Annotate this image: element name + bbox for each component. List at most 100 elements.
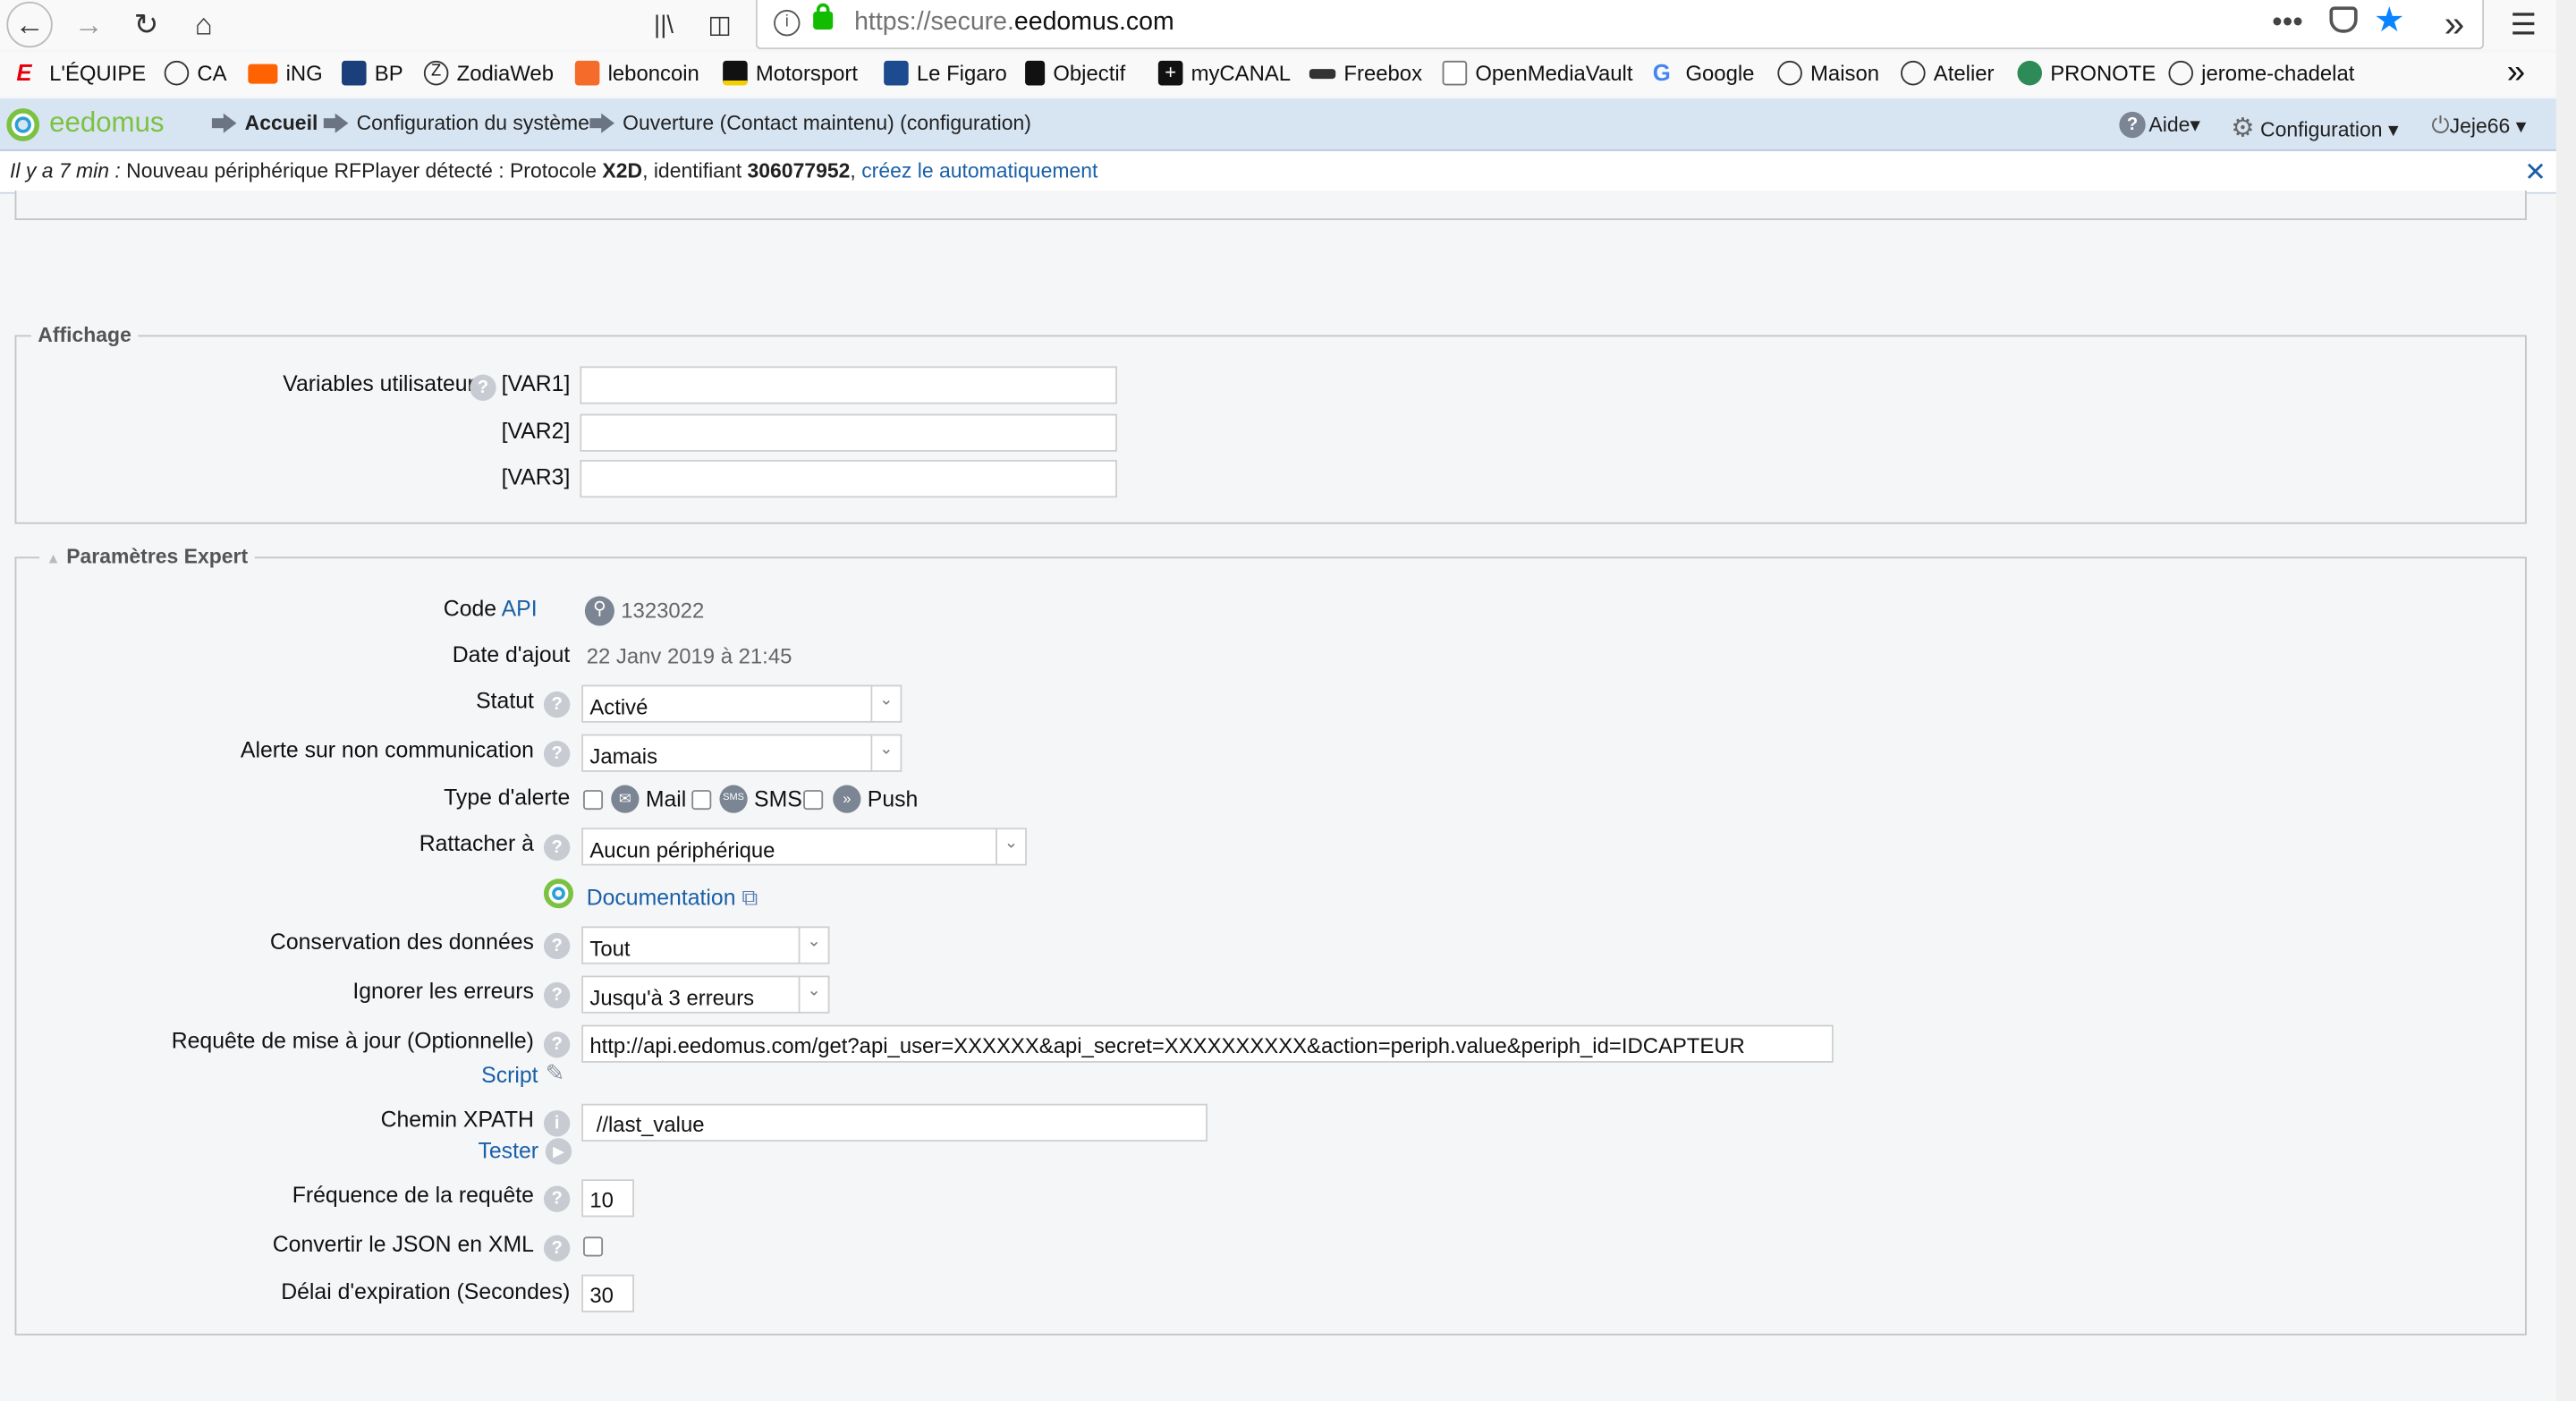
code-label: Code API [443, 596, 538, 621]
help-menu[interactable]: ? Aide▾ [2119, 111, 2200, 140]
help-icon[interactable]: ? [543, 1235, 571, 1261]
pocket-icon[interactable] [2329, 6, 2358, 33]
var3-input[interactable] [580, 460, 1117, 498]
tester-link[interactable]: Tester [478, 1138, 538, 1163]
notification-bar: Il y a 7 min : Nouveau périphérique RFPl… [0, 150, 2556, 194]
bookmark-item[interactable]: iNG [248, 61, 323, 85]
bookmark-item[interactable]: Maison [1777, 60, 1879, 86]
pronote-icon [2017, 60, 2043, 86]
bookmark-item[interactable]: leboncoin [574, 60, 699, 86]
create-automatically-link[interactable]: créez le automatiquement [861, 159, 1097, 183]
arrow-icon [323, 113, 349, 133]
help-icon[interactable]: ? [543, 1031, 571, 1058]
key-icon: ⚲ [584, 596, 614, 626]
script-link[interactable]: Script [481, 1063, 538, 1088]
sidebar-icon[interactable]: ◫ [697, 2, 742, 47]
overflow-icon[interactable]: » [2431, 2, 2477, 47]
delai-label: Délai d'expiration (Secondes) [281, 1279, 571, 1304]
leboncoin-icon [574, 60, 600, 86]
help-icon[interactable]: ? [543, 834, 571, 862]
info-icon[interactable]: i [774, 10, 801, 37]
play-icon[interactable]: ▶ [545, 1138, 572, 1165]
mail-checkbox[interactable] [583, 790, 604, 811]
expert-fieldset: ▲ Paramètres Expert Code API ⚲ 1323022 D… [14, 545, 2527, 1336]
var2-label: [VAR2] [501, 419, 571, 444]
var2-input[interactable] [580, 413, 1117, 452]
push-checkbox[interactable] [803, 790, 824, 811]
bookmark-item[interactable]: E L'ÉQUIPE [16, 61, 146, 86]
ignorer-select[interactable]: Jusqu'à 3 erreurs ⌄ [581, 975, 830, 1014]
config-menu[interactable]: ⚙ Configuration ▾ [2231, 112, 2398, 145]
bookmark-item[interactable]: G Google [1653, 61, 1755, 86]
help-icon[interactable]: ? [543, 740, 571, 768]
sms-checkbox[interactable] [691, 790, 712, 811]
documentation-link[interactable]: Documentation ⧉ [587, 886, 758, 912]
bookmark-item[interactable]: Motorsport [723, 60, 858, 86]
home-icon[interactable]: ⌂ [181, 2, 226, 47]
bookmark-item[interactable]: Objectif [1025, 60, 1125, 86]
mail-label: Mail [645, 786, 687, 811]
requete-input[interactable]: http://api.eedomus.com/get?api_user=XXXX… [581, 1024, 1834, 1063]
date-value: 22 Janv 2019 à 21:45 [586, 643, 792, 669]
freebox-icon [1309, 68, 1336, 79]
url-text: https://secure.eedomus.com [854, 8, 1174, 37]
bookmark-item[interactable]: CA [164, 60, 227, 86]
lequipe-icon: E [16, 59, 32, 86]
bookmark-item[interactable]: Z ZodiaWeb [423, 60, 554, 86]
forward-icon[interactable]: → [65, 2, 111, 47]
bookmark-item[interactable]: OpenMediaVault [1442, 60, 1632, 86]
url-bar[interactable]: i https://secure.eedomus.com ••• ★ [755, 0, 2485, 50]
bookmark-item[interactable]: PRONOTE [2017, 60, 2156, 86]
bookmark-item[interactable]: Le Figaro [884, 60, 1007, 86]
bookmark-item[interactable]: jerome-chadelat [2168, 60, 2354, 86]
bookmark-item[interactable]: Atelier [1901, 60, 1994, 86]
globe-icon [164, 60, 190, 86]
alerte-select[interactable]: Jamais ⌄ [581, 734, 902, 772]
user-menu[interactable]: ⏻Jeje66 ▾ [2431, 112, 2526, 140]
arrow-icon [589, 113, 614, 133]
reload-icon[interactable]: ↻ [123, 2, 169, 47]
app-navbar: eedomus Accueil Configuration du système… [0, 98, 2556, 151]
info-icon[interactable]: i [543, 1110, 571, 1137]
bookmark-item[interactable]: + myCANAL [1157, 60, 1291, 86]
chevron-down-icon: ⌄ [870, 684, 900, 723]
help-icon[interactable]: ? [543, 981, 571, 1009]
expert-legend[interactable]: ▲ Paramètres Expert [39, 545, 255, 569]
requete-label: Requête de mise à jour (Optionnelle) [171, 1028, 534, 1053]
scrollbar[interactable] [2555, 0, 2576, 1401]
close-icon[interactable]: ✕ [2524, 156, 2546, 189]
more-icon[interactable]: ••• [2272, 5, 2303, 40]
rattacher-select[interactable]: Aucun périphérique ⌄ [581, 828, 1027, 866]
conservation-select[interactable]: Tout ⌄ [581, 926, 830, 964]
objectif-icon [1025, 60, 1046, 86]
affichage-fieldset: Affichage Variables utilisateur ? [VAR1]… [14, 323, 2527, 524]
breadcrumb-config[interactable]: Configuration du système [322, 112, 589, 135]
delai-input[interactable]: 30 [581, 1274, 634, 1312]
json-checkbox[interactable] [583, 1236, 604, 1257]
code-value: 1323022 [621, 598, 705, 623]
bookmarks-overflow-icon[interactable]: » [2507, 55, 2525, 92]
statut-select[interactable]: Activé ⌄ [581, 684, 902, 723]
bookmark-star-icon[interactable]: ★ [2374, 0, 2405, 41]
pencil-icon[interactable]: ✎ [546, 1059, 565, 1087]
bookmark-item[interactable]: Freebox [1309, 61, 1422, 85]
chevron-down-icon: ⌄ [798, 926, 828, 964]
help-icon[interactable]: ? [543, 691, 571, 718]
help-icon[interactable]: ? [470, 374, 496, 401]
gear-icon: ⚙ [2231, 115, 2255, 143]
bp-icon [342, 60, 367, 86]
library-icon[interactable]: ||\ [640, 2, 686, 47]
back-icon[interactable]: ← [6, 1, 53, 48]
help-icon[interactable]: ? [543, 932, 571, 960]
conservation-label: Conservation des données [269, 930, 534, 955]
xpath-input[interactable]: //last_value [581, 1103, 1208, 1142]
help-icon[interactable]: ? [543, 1185, 571, 1212]
freq-input[interactable]: 10 [581, 1179, 634, 1218]
api-link[interactable]: API [502, 596, 538, 621]
app-logo[interactable]: eedomus [49, 106, 164, 140]
var1-input[interactable] [580, 366, 1117, 404]
bookmark-item[interactable]: BP [342, 60, 403, 86]
page-icon [1442, 60, 1468, 86]
breadcrumb-home[interactable]: Accueil [210, 112, 318, 135]
menu-icon[interactable]: ☰ [2500, 2, 2546, 47]
